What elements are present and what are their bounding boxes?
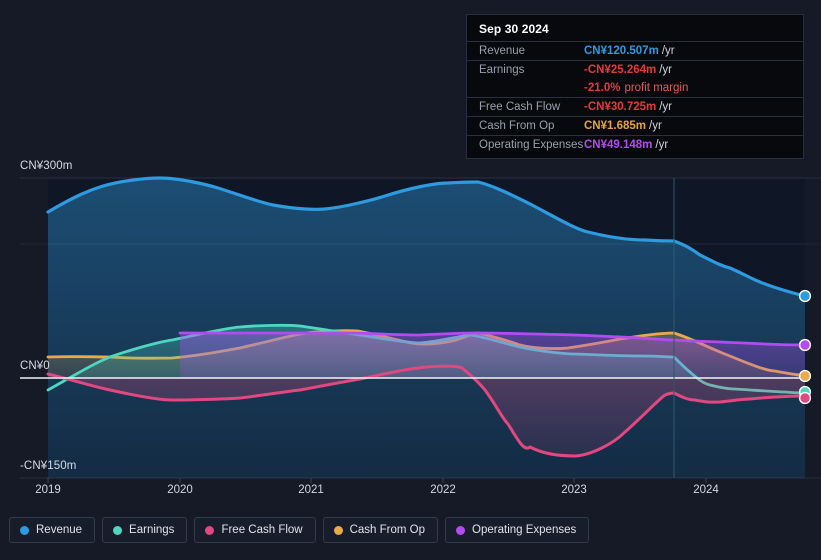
legend-label-cash-from-op: Cash From Op [349,524,426,536]
tooltip-unit-revenue: /yr [661,45,675,57]
x-axis-label-2020: 2020 [167,484,193,496]
cash-from-op-color-dot-icon [333,525,343,535]
tooltip-label-operating-expenses: Operating Expenses [479,139,584,151]
legend-item-revenue[interactable]: Revenue [9,517,96,543]
tooltip-value-revenue: CN¥120.507m [584,45,659,57]
tooltip-date: Sep 30 2024 [479,22,549,36]
tooltip-row-revenue: Revenue CN¥120.507m /yr [467,41,803,60]
tooltip-label-revenue: Revenue [479,45,526,57]
x-axis-label-2021: 2021 [298,484,324,496]
tooltip-value-free-cash-flow: -CN¥30.725m [584,101,657,113]
free-cash-flow-end-marker[interactable] [798,391,812,405]
tooltip-label-free-cash-flow: Free Cash Flow [479,101,561,113]
x-axis-label-2024: 2024 [693,484,719,496]
tooltip-suffix-profit-margin: profit margin [624,82,689,94]
tooltip-unit-free-cash-flow: /yr [659,101,673,113]
tooltip-row-operating-expenses: Operating Expenses CN¥49.148m /yr [467,135,803,154]
data-tooltip: Sep 30 2024 Revenue CN¥120.507m /yr Earn… [466,14,804,159]
tooltip-value-profit-margin: -21.0% [584,82,621,94]
legend-label-earnings: Earnings [129,524,175,536]
chart-legend: Revenue Earnings Free Cash Flow Cash Fro… [9,517,590,543]
earnings-color-dot-icon [113,525,123,535]
x-axis-label-2023: 2023 [561,484,587,496]
tooltip-value-cash-from-op: CN¥1.685m [584,120,647,132]
legend-item-operating-expenses[interactable]: Operating Expenses [445,517,590,543]
tooltip-row-free-cash-flow: Free Cash Flow -CN¥30.725m /yr [467,97,803,116]
operating-expenses-color-dot-icon [456,525,466,535]
tooltip-unit-earnings: /yr [659,64,673,76]
y-axis-label-bottom: -CN¥150m [20,460,77,472]
x-tick-marks [47,478,707,483]
tooltip-unit-operating-expenses: /yr [655,139,669,151]
revenue-color-dot-icon [20,525,29,535]
legend-item-cash-from-op[interactable]: Cash From Op [322,517,439,543]
x-axis-label-2022: 2022 [430,484,456,496]
revenue-end-marker[interactable] [798,289,812,303]
x-axis-label-2019: 2019 [35,484,61,496]
tooltip-row-cash-from-op: Cash From Op CN¥1.685m /yr [467,116,803,135]
y-axis-label-top: CN¥300m [20,160,73,172]
tooltip-row-profit-margin: -21.0% profit margin [467,79,803,97]
tooltip-label-cash-from-op: Cash From Op [479,120,555,132]
tooltip-label-earnings: Earnings [479,64,525,76]
operating-expenses-end-marker[interactable] [798,338,812,352]
free-cash-flow-color-dot-icon [205,525,215,535]
cash-from-op-end-marker[interactable] [798,369,812,383]
y-axis-label-zero: CN¥0 [20,360,50,372]
x-axis-labels: 2019 2020 2021 2022 2023 2024 [0,484,821,502]
tooltip-row-earnings: Earnings -CN¥25.264m /yr [467,60,803,79]
tooltip-value-operating-expenses: CN¥49.148m [584,139,653,151]
chart-page: CN¥300m CN¥0 -CN¥150m 2019 2020 2021 202… [0,0,821,560]
tooltip-unit-cash-from-op: /yr [649,120,662,132]
legend-item-earnings[interactable]: Earnings [102,517,188,543]
legend-label-operating-expenses: Operating Expenses [472,524,577,536]
tooltip-value-earnings: -CN¥25.264m [584,64,657,76]
legend-label-free-cash-flow: Free Cash Flow [221,524,303,536]
legend-item-free-cash-flow[interactable]: Free Cash Flow [194,517,316,543]
legend-label-revenue: Revenue [36,524,83,536]
